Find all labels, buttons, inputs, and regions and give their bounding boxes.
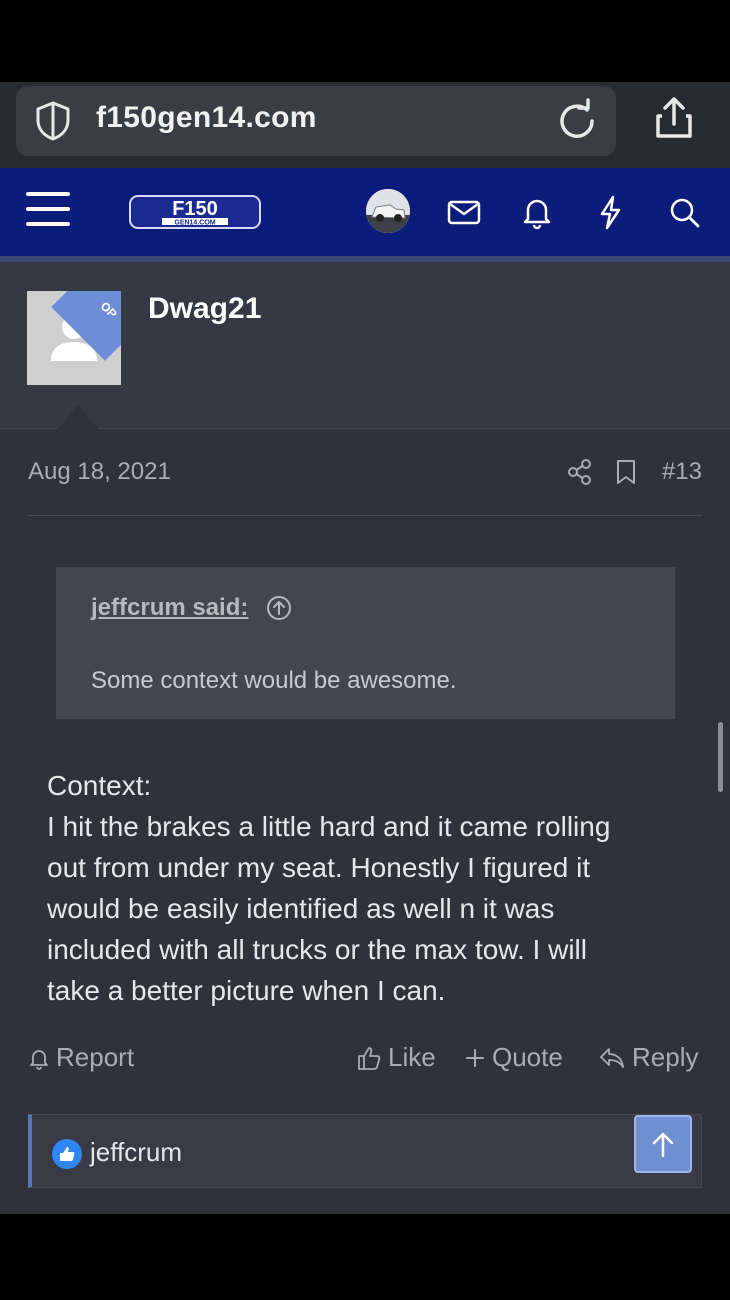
reaction-user[interactable]: jeffcrum [90,1137,182,1168]
report-button[interactable]: Report [28,1042,134,1073]
arrow-up-circle-icon[interactable] [265,594,293,622]
quote-text: Some context would be awesome. [91,667,457,694]
scrollbar[interactable] [718,722,723,792]
post-meta: Aug 18, 2021 #13 [28,452,702,492]
quote-button[interactable]: Quote [464,1042,563,1073]
like-button[interactable]: Like [356,1042,436,1073]
post-number[interactable]: #13 [662,458,702,486]
post-actions: Report Like Quote Reply [28,1042,702,1082]
truck-avatar-icon [366,189,410,233]
arrow-up-icon [652,1132,674,1158]
quote-author[interactable]: jeffcrum said: [91,594,248,622]
menu-icon[interactable] [26,192,70,232]
svg-text:GEN14.COM: GEN14.COM [174,220,215,227]
reply-button[interactable]: Reply [598,1042,698,1073]
inbox-icon[interactable] [444,192,484,232]
report-label: Report [56,1042,135,1072]
shield-icon [36,101,70,141]
url-domain[interactable]: f150gen14.com [96,101,317,135]
account-avatar[interactable] [366,189,410,233]
like-label: Like [388,1042,436,1072]
thumbs-up-icon [358,1046,381,1070]
meta-divider [28,515,702,516]
scroll-to-top-button[interactable] [634,1115,692,1173]
share-post-icon[interactable] [566,458,594,486]
post-date[interactable]: Aug 18, 2021 [28,458,171,486]
user-pointer [58,405,98,429]
address-bar[interactable]: f150gen14.com [16,86,616,156]
thumbs-up-icon [60,1147,75,1161]
lightning-icon[interactable] [590,192,630,232]
username[interactable]: Dwag21 [148,292,261,326]
reply-label: Reply [632,1042,699,1072]
search-icon[interactable] [664,192,704,232]
reactions-bar[interactable]: jeffcrum [28,1114,702,1188]
like-reaction-badge [52,1139,82,1169]
site-header: F150 GEN14.COM [0,168,730,262]
browser-toolbar: f150gen14.com [0,82,730,168]
thread-post: OP Dwag21 Aug 18, 2021 #13 jeffcrum said… [0,262,730,1214]
svg-text:F150: F150 [172,198,218,220]
quote-label: Quote [492,1042,563,1072]
quote-block: jeffcrum said: Some context would be awe… [56,567,675,719]
bookmark-icon[interactable] [614,458,638,486]
site-logo[interactable]: F150 GEN14.COM [128,192,262,232]
post-user-block: OP Dwag21 [0,262,730,429]
plus-icon [466,1048,484,1067]
share-icon[interactable] [650,94,698,142]
bell-icon [30,1049,48,1070]
reload-icon[interactable] [554,98,600,144]
bell-icon[interactable] [517,192,557,232]
reply-arrow-icon [600,1047,624,1068]
user-avatar[interactable]: OP [27,291,121,385]
post-body: Context: I hit the brakes a little hard … [47,770,611,1006]
